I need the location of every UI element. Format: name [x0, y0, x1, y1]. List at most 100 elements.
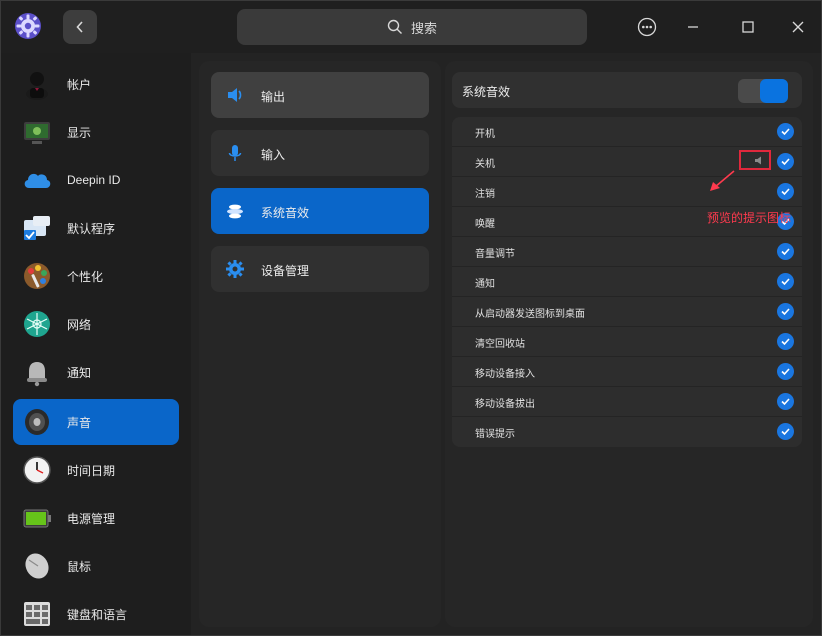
microphone-icon: [228, 145, 242, 161]
check-icon[interactable]: [777, 363, 794, 380]
list-item[interactable]: 移动设备拔出: [452, 387, 802, 417]
effect-label: 关机: [475, 159, 495, 170]
maximize-icon: [742, 21, 754, 33]
sidebar-item-label: 网络: [67, 317, 92, 332]
effect-label: 开机: [475, 129, 495, 140]
list-item[interactable]: 错误提示: [452, 417, 802, 447]
effect-label: 从启动器发送图标到桌面: [475, 309, 585, 320]
title-bar: 搜索: [1, 1, 821, 53]
sound-submenu: 输出 输入 系统音效 设备管理: [199, 61, 441, 627]
check-icon[interactable]: [777, 153, 794, 170]
sidebar: 帐户 显示 Deepin ID 默认程序 个性化 网络 通知 声音 时间日期 电…: [1, 53, 191, 635]
sound-effects-panel: 系统音效 开机 关机 注销 唤醒 音量调节 通知 从启动器发送图标到桌面 清空回…: [445, 61, 813, 627]
mouse-icon: [25, 553, 49, 579]
settings-window: 搜索 帐户 显示 Deepin ID 默认程序 个性化 网络 通知 声音 时间日…: [0, 0, 822, 636]
check-icon[interactable]: [777, 183, 794, 200]
effect-label: 移动设备接入: [475, 369, 535, 380]
sidebar-item-label: 鼠标: [67, 559, 92, 574]
check-icon[interactable]: [777, 123, 794, 140]
check-icon[interactable]: [777, 333, 794, 350]
list-item[interactable]: 清空回收站: [452, 327, 802, 357]
sidebar-item-personalization[interactable]: 个性化: [13, 253, 179, 299]
list-item[interactable]: 开机: [452, 117, 802, 147]
effect-label: 注销: [475, 189, 495, 200]
close-button[interactable]: [784, 13, 812, 41]
sidebar-item-label: 键盘和语言: [67, 607, 128, 622]
sidebar-item-datetime[interactable]: 时间日期: [13, 447, 179, 493]
sidebar-item-label: 帐户: [67, 77, 92, 92]
settings-gear-icon[interactable]: [13, 11, 43, 41]
search-icon: [387, 19, 402, 34]
check-icon[interactable]: [777, 303, 794, 320]
submenu-item-device-management[interactable]: 设备管理: [211, 246, 429, 292]
battery-icon: [23, 509, 51, 528]
bell-icon: [27, 362, 47, 387]
display-icon: [24, 122, 50, 144]
sidebar-item-label: 通知: [67, 365, 92, 380]
check-icon[interactable]: [777, 393, 794, 410]
sidebar-item-keyboard[interactable]: 键盘和语言: [13, 591, 179, 636]
check-icon[interactable]: [777, 423, 794, 440]
keyboard-icon: [24, 602, 50, 626]
sidebar-item-label: 时间日期: [67, 463, 116, 478]
search-input[interactable]: 搜索: [237, 9, 587, 45]
clock-icon: [23, 456, 51, 484]
sound-effects-title: 系统音效: [462, 85, 511, 99]
search-placeholder: 搜索: [410, 20, 437, 36]
sidebar-item-label: 默认程序: [67, 221, 116, 236]
sidebar-item-mouse[interactable]: 鼠标: [13, 543, 179, 589]
effect-label: 唤醒: [475, 219, 495, 230]
sound-effects-header: 系统音效: [452, 72, 802, 108]
gear-icon: [226, 260, 244, 278]
more-button[interactable]: [633, 13, 661, 41]
sidebar-item-label: 显示: [67, 125, 92, 140]
preview-speaker-icon[interactable]: [754, 156, 764, 165]
effect-label: 错误提示: [475, 429, 515, 440]
submenu-item-label: 输入: [261, 148, 286, 162]
toggle-knob: [760, 79, 788, 103]
list-item[interactable]: 音量调节: [452, 237, 802, 267]
maximize-button[interactable]: [734, 13, 762, 41]
submenu-item-input[interactable]: 输入: [211, 130, 429, 176]
sidebar-item-notification[interactable]: 通知: [13, 349, 179, 395]
effect-label: 通知: [475, 279, 495, 290]
effect-label: 清空回收站: [475, 339, 525, 350]
sidebar-item-network[interactable]: 网络: [13, 301, 179, 347]
submenu-item-label: 设备管理: [261, 264, 310, 278]
sidebar-item-label: 声音: [67, 415, 92, 430]
more-icon: [637, 17, 657, 37]
sound-effects-toggle[interactable]: [738, 79, 788, 103]
back-button[interactable]: [63, 10, 97, 44]
submenu-item-label: 输出: [261, 90, 286, 104]
list-item[interactable]: 注销: [452, 177, 802, 207]
speaker-output-icon: [228, 88, 242, 102]
list-item[interactable]: 通知: [452, 267, 802, 297]
sound-effects-icon: [227, 204, 243, 219]
close-icon: [792, 21, 804, 33]
effect-label: 音量调节: [475, 249, 515, 260]
sidebar-item-label: 电源管理: [67, 511, 116, 526]
submenu-item-sound-effects[interactable]: 系统音效: [211, 188, 429, 234]
list-item[interactable]: 移动设备接入: [452, 357, 802, 387]
sidebar-item-label: 个性化: [67, 269, 104, 284]
sidebar-item-label: Deepin ID: [67, 173, 121, 187]
chevron-left-icon: [76, 21, 83, 33]
minimize-button[interactable]: [679, 13, 707, 41]
submenu-item-output[interactable]: 输出: [211, 72, 429, 118]
sidebar-item-default-apps[interactable]: 默认程序: [13, 205, 179, 251]
cloud-icon: [24, 173, 51, 188]
annotation-arrow-icon: [710, 170, 735, 191]
default-apps-icon: [24, 216, 50, 240]
annotation-label: 预览的提示图标: [707, 211, 792, 225]
personalization-icon: [24, 263, 50, 289]
sidebar-item-power[interactable]: 电源管理: [13, 495, 179, 541]
sidebar-item-sound[interactable]: 声音: [13, 399, 179, 445]
list-item[interactable]: 从启动器发送图标到桌面: [452, 297, 802, 327]
network-icon: [24, 311, 50, 337]
check-icon[interactable]: [777, 273, 794, 290]
speaker-icon: [25, 409, 49, 435]
sidebar-item-deepin-id[interactable]: Deepin ID: [13, 157, 179, 203]
sidebar-item-account[interactable]: 帐户: [13, 61, 179, 107]
check-icon[interactable]: [777, 243, 794, 260]
sidebar-item-display[interactable]: 显示: [13, 109, 179, 155]
